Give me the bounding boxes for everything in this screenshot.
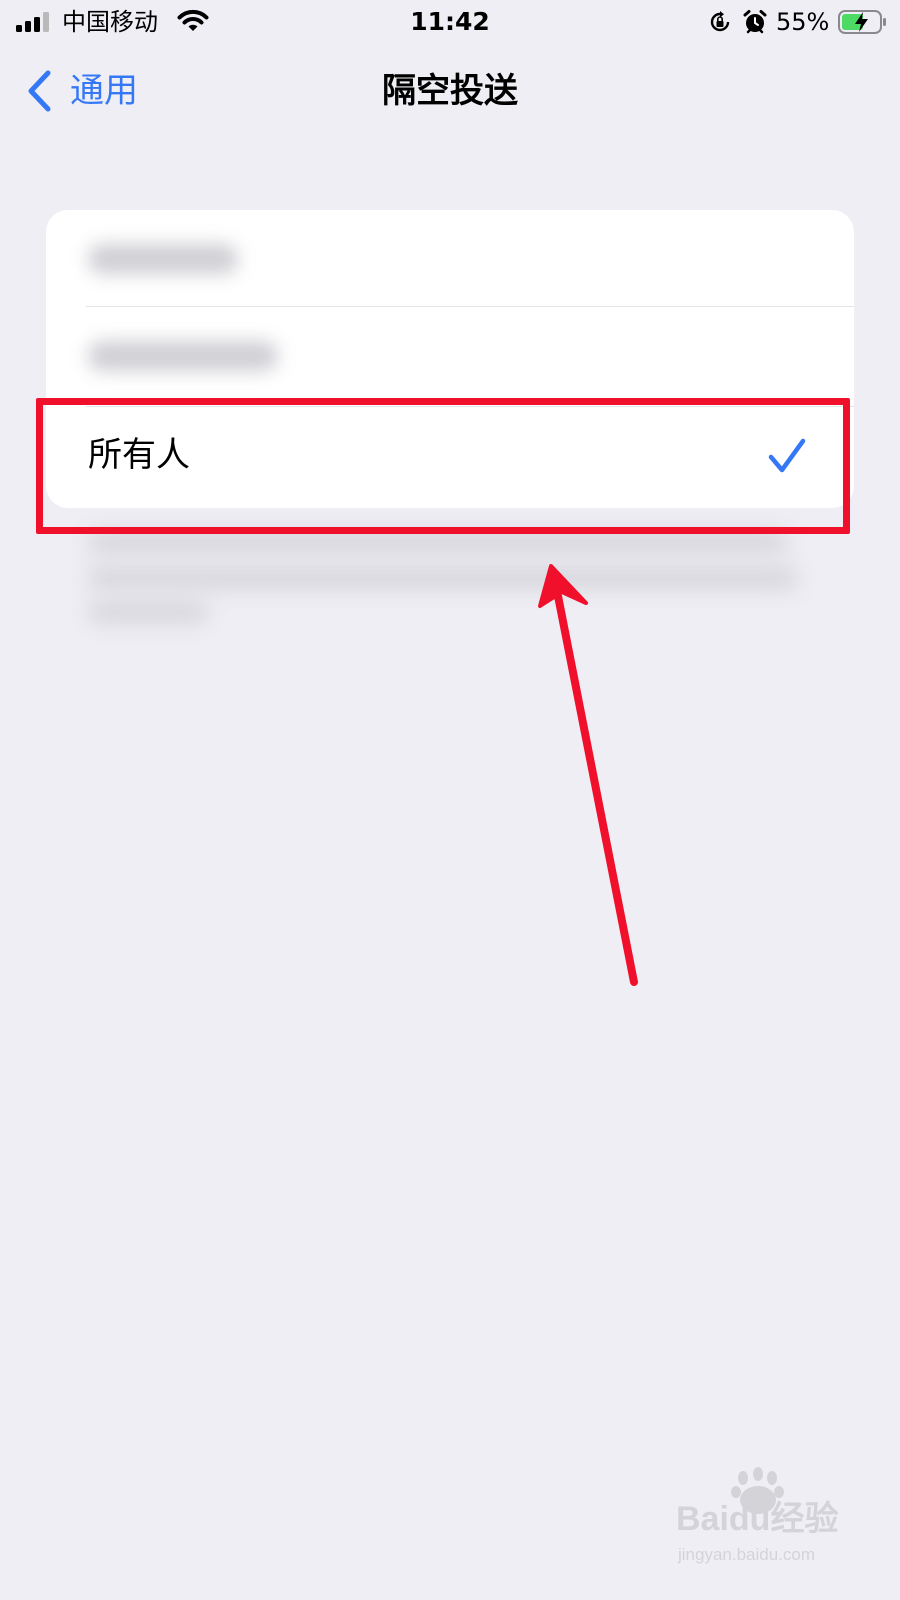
battery-charging-icon [838, 10, 886, 34]
navigation-bar: 通用 隔空投送 [0, 56, 900, 126]
rotation-lock-icon [710, 11, 730, 32]
battery-percentage: 55% [776, 8, 830, 36]
baidu-jingyan-watermark: Baidu经验 jingyan.baidu.com [676, 1467, 838, 1564]
watermark-brand: Baidu经验 [676, 1499, 838, 1538]
option-row-blurred-1[interactable] [46, 210, 854, 306]
blurred-footer-text [88, 566, 798, 590]
option-row-blurred-2[interactable] [46, 307, 854, 403]
blurred-label [88, 244, 238, 274]
annotation-highlight-box [36, 398, 850, 534]
watermark-url: jingyan.baidu.com [677, 1545, 815, 1564]
blurred-footer-text [88, 600, 208, 624]
alarm-icon [743, 10, 767, 34]
page-title: 隔空投送 [382, 71, 518, 111]
blurred-label [88, 341, 278, 371]
status-bar: 中国移动 11:42 55% [0, 0, 900, 46]
